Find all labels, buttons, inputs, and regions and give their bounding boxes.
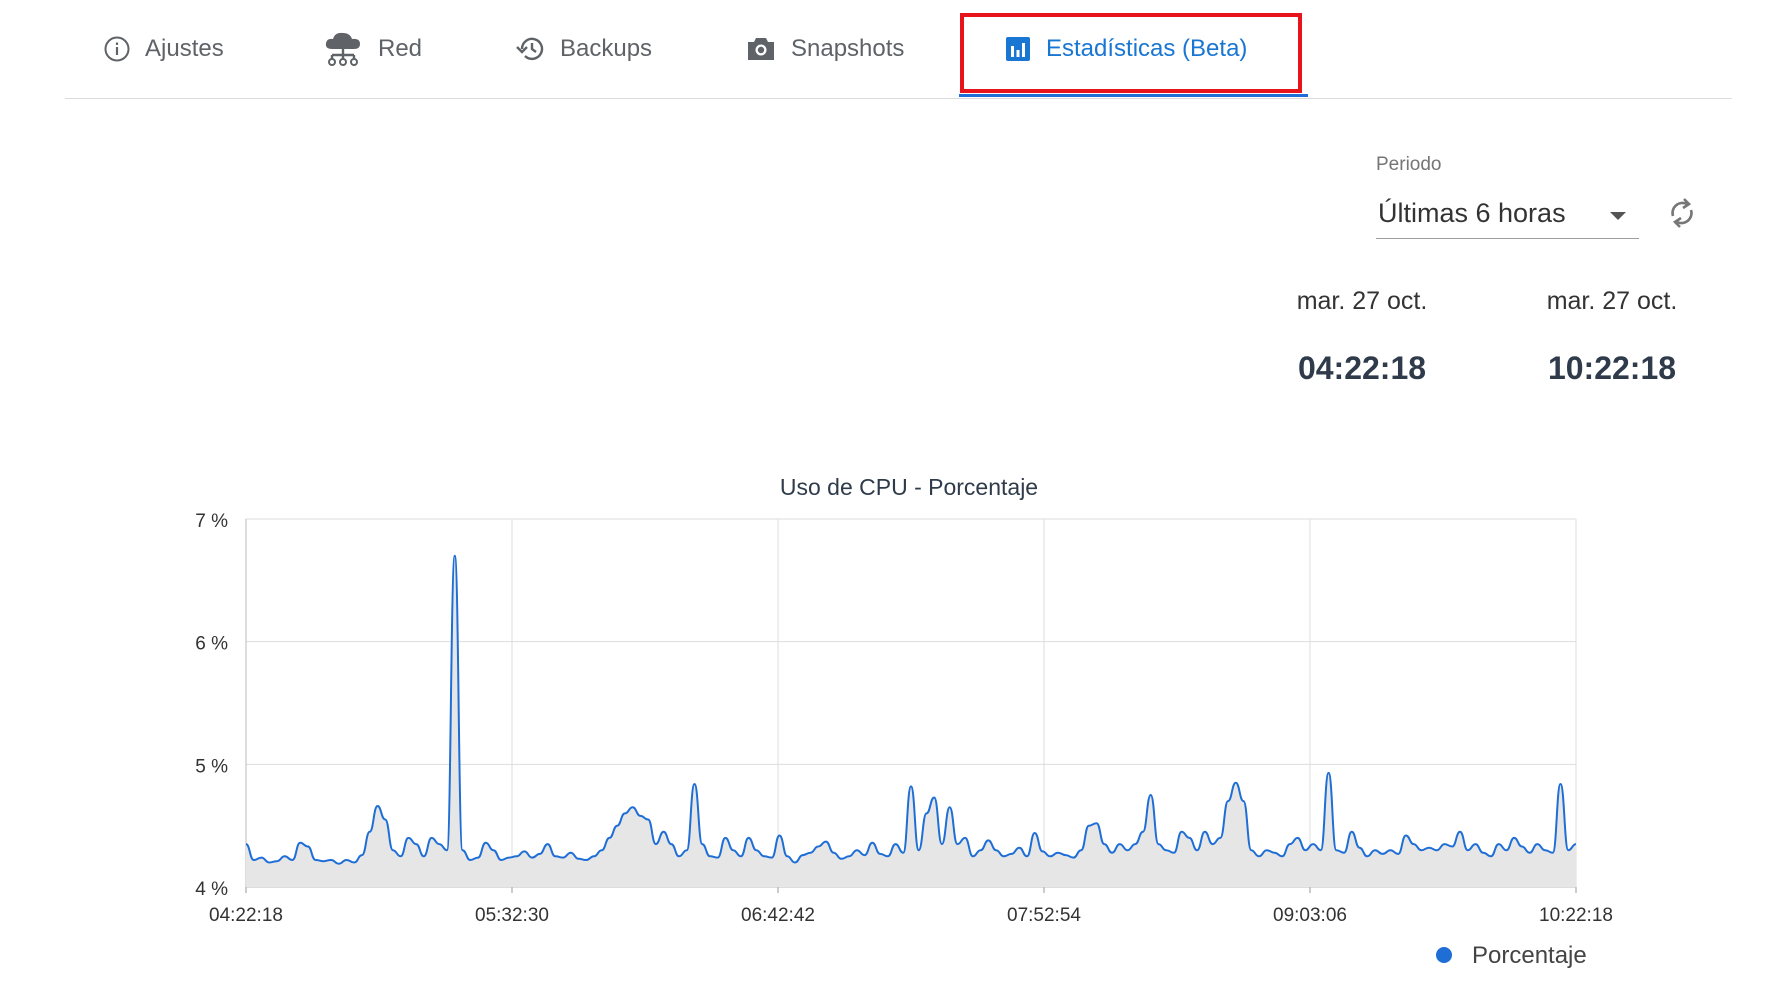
x-tick-label: 07:52:54 xyxy=(1007,905,1081,926)
x-tick-label: 10:22:18 xyxy=(1539,905,1613,926)
tab-bar: Ajustes Red Backups Snapshots Estadístic… xyxy=(65,0,1732,99)
range-end-time: 10:22:18 xyxy=(1547,350,1677,386)
refresh-icon xyxy=(1667,198,1697,234)
refresh-button[interactable] xyxy=(1667,196,1697,235)
tab-snapshots[interactable]: Snapshots xyxy=(745,0,904,98)
range-start-date: mar. 27 oct. xyxy=(1296,287,1428,315)
series-area xyxy=(246,555,1576,887)
cloud-network-icon xyxy=(322,29,364,69)
tab-label: Ajustes xyxy=(145,35,224,62)
tab-label: Red xyxy=(378,35,423,62)
history-icon xyxy=(514,34,546,64)
tab-label: Snapshots xyxy=(791,35,905,62)
tab-red[interactable]: Red xyxy=(322,0,422,98)
tab-estadisticas[interactable]: Estadísticas (Beta) xyxy=(1004,0,1247,98)
x-tick-label: 04:22:18 xyxy=(209,905,283,926)
y-tick-label: 7 % xyxy=(195,511,228,532)
x-tick-label: 05:32:30 xyxy=(475,905,549,926)
bar-chart-icon xyxy=(1004,35,1032,63)
y-tick-label: 6 % xyxy=(195,634,228,655)
info-icon xyxy=(103,35,131,63)
legend-marker xyxy=(1436,947,1452,963)
cpu-chart: Uso de CPU - Porcentaje 4 % 5 % 6 % 7 % 04:22… xyxy=(195,474,1613,969)
range-end-date: mar. 27 oct. xyxy=(1546,287,1678,315)
range-start: mar. 27 oct. 04:22:18 xyxy=(1262,287,1462,387)
x-tick-label: 06:42:42 xyxy=(741,905,815,926)
chart-title: Uso de CPU - Porcentaje xyxy=(780,474,1038,500)
range-start-time: 04:22:18 xyxy=(1297,350,1427,386)
camera-icon xyxy=(745,35,777,63)
caret-down-icon xyxy=(1609,208,1627,226)
period-label: Periodo xyxy=(1376,154,1442,175)
tab-label: Backups xyxy=(560,35,653,62)
period-value: Últimas 6 horas xyxy=(1378,197,1566,228)
y-tick-label: 4 % xyxy=(195,879,228,900)
tab-label: Estadísticas (Beta) xyxy=(1046,35,1248,62)
x-tick-label: 09:03:06 xyxy=(1273,905,1347,926)
active-tab-indicator xyxy=(959,94,1308,97)
cpu-chart-container: Uso de CPU - Porcentaje 4 % 5 % 6 % 7 % 04:22… xyxy=(0,455,1774,984)
period-select[interactable]: Últimas 6 horas xyxy=(1376,188,1639,239)
legend-label: Porcentaje xyxy=(1472,942,1587,969)
range-end: mar. 27 oct. 10:22:18 xyxy=(1512,287,1712,387)
tab-ajustes[interactable]: Ajustes xyxy=(103,0,224,98)
y-tick-label: 5 % xyxy=(195,756,228,777)
tab-backups[interactable]: Backups xyxy=(514,0,652,98)
